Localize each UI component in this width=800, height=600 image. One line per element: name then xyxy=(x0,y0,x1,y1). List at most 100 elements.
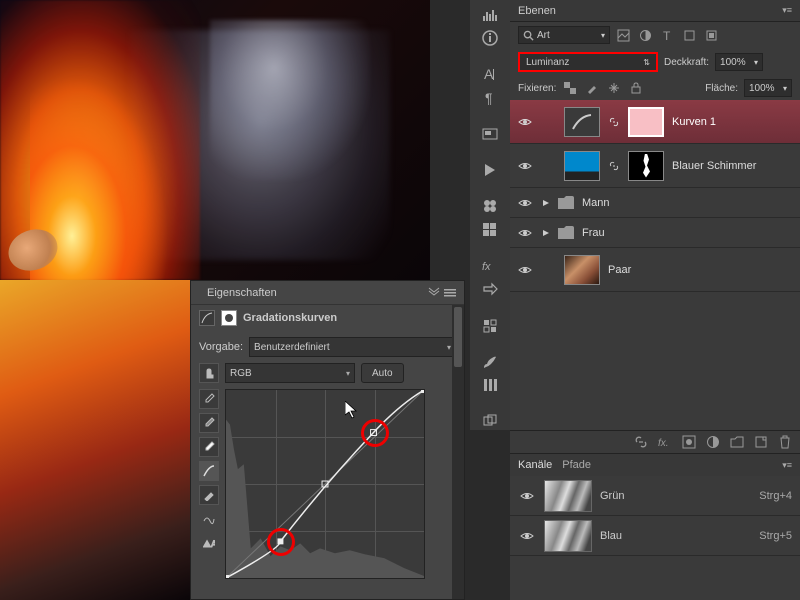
filter-type-text-icon[interactable]: T xyxy=(658,26,676,44)
layer-fx-icon[interactable]: fx. xyxy=(658,435,672,449)
expand-icon[interactable] xyxy=(542,229,550,237)
layer-mask-thumb[interactable] xyxy=(628,107,664,137)
layer-name[interactable]: Kurven 1 xyxy=(672,116,716,128)
channel-blue[interactable]: Blau Strg+5 xyxy=(510,516,800,556)
layer-group-frau[interactable]: Frau xyxy=(510,218,800,248)
dock-tool-strip: A ¶ fx xyxy=(470,0,510,430)
blend-opacity-row: Luminanz ⇅ Deckkraft: 100% ▾ xyxy=(510,48,800,76)
layer-curves[interactable]: Kurven 1 xyxy=(510,100,800,144)
channel-green[interactable]: Grün Strg+4 xyxy=(510,476,800,516)
visibility-toggle[interactable] xyxy=(516,113,534,131)
brush-panel-icon[interactable] xyxy=(477,353,503,371)
preset-label: Vorgabe: xyxy=(199,341,243,353)
preset-select[interactable]: Benutzerdefiniert ▾ xyxy=(249,337,456,357)
layer-name[interactable]: Mann xyxy=(582,197,610,209)
layer-thumb-adjustment[interactable] xyxy=(564,107,600,137)
layer-mask-thumb[interactable] xyxy=(628,151,664,181)
brushes-list-icon[interactable] xyxy=(477,376,503,394)
channel-select[interactable]: RGB ▾ xyxy=(225,363,355,383)
svg-text:⟁A: ⟁A xyxy=(203,539,215,549)
adjustments-panel-icon[interactable] xyxy=(477,317,503,335)
lock-transparency-icon[interactable] xyxy=(562,80,578,96)
finger-tool-icon[interactable] xyxy=(199,363,219,383)
play-panel-icon[interactable] xyxy=(477,161,503,179)
delete-layer-icon[interactable] xyxy=(778,435,792,449)
channel-thumb[interactable] xyxy=(544,520,592,552)
properties-scrollbar[interactable] xyxy=(452,305,464,599)
blend-mode-select[interactable]: Luminanz ⇅ xyxy=(518,52,658,72)
curve-point-tool-icon[interactable] xyxy=(199,461,219,481)
visibility-toggle[interactable] xyxy=(516,194,534,212)
filter-pixel-icon[interactable] xyxy=(614,26,632,44)
character-panel-icon[interactable]: A xyxy=(477,66,503,84)
eyedropper-gray-icon[interactable] xyxy=(199,413,219,433)
channels-tab[interactable]: Kanäle xyxy=(518,459,552,471)
scrollbar-thumb[interactable] xyxy=(454,307,462,367)
swatches-panel-icon[interactable] xyxy=(477,197,503,215)
document-canvas[interactable] xyxy=(0,0,430,280)
lock-position-icon[interactable] xyxy=(606,80,622,96)
styles-panel-icon[interactable]: fx xyxy=(477,257,503,275)
eyedropper-black-icon[interactable] xyxy=(199,389,219,409)
navigator-panel-icon[interactable] xyxy=(477,125,503,143)
layer-paar[interactable]: Paar xyxy=(510,248,800,292)
curve-pencil-tool-icon[interactable] xyxy=(199,485,219,505)
layer-thumb[interactable] xyxy=(564,151,600,181)
opacity-value: 100% xyxy=(720,57,746,68)
panel-menu-icon[interactable]: ▾≡ xyxy=(782,460,792,471)
adjustment-type-icon[interactable] xyxy=(199,310,215,326)
new-adjustment-icon[interactable] xyxy=(706,435,720,449)
link-layers-icon[interactable] xyxy=(634,435,648,449)
visibility-toggle[interactable] xyxy=(516,224,534,242)
panel-menu-icon[interactable] xyxy=(444,287,456,299)
curves-graph[interactable] xyxy=(225,389,425,579)
visibility-toggle[interactable] xyxy=(518,487,536,505)
layer-name[interactable]: Blauer Schimmer xyxy=(672,160,756,172)
properties-tab[interactable]: Eigenschaften xyxy=(199,284,285,302)
curve-smooth-icon[interactable] xyxy=(199,509,219,529)
layer-name[interactable]: Frau xyxy=(582,227,605,239)
fill-select[interactable]: 100% ▾ xyxy=(744,79,792,97)
highlight-marker-shadow xyxy=(267,528,295,556)
layers-tab[interactable]: Ebenen xyxy=(518,5,556,17)
lock-image-icon[interactable] xyxy=(584,80,600,96)
layer-blauer-schimmer[interactable]: Blauer Schimmer xyxy=(510,144,800,188)
add-mask-icon[interactable] xyxy=(682,435,696,449)
opacity-select[interactable]: 100% ▾ xyxy=(715,53,763,71)
histogram-panel-icon[interactable] xyxy=(477,6,503,24)
svg-text:¶: ¶ xyxy=(485,90,493,106)
lock-all-icon[interactable] xyxy=(628,80,644,96)
visibility-toggle[interactable] xyxy=(516,261,534,279)
highlight-marker-highlight xyxy=(361,419,389,447)
filter-smart-icon[interactable] xyxy=(702,26,720,44)
expand-icon[interactable] xyxy=(542,199,550,207)
color-panel-icon[interactable] xyxy=(477,221,503,239)
link-icon[interactable] xyxy=(608,116,620,128)
panel-menu-icon[interactable]: ▾≡ xyxy=(782,5,792,16)
lock-fill-row: Fixieren: Fläche: 100% ▾ xyxy=(510,76,800,100)
info-panel-icon[interactable] xyxy=(477,30,503,48)
mask-toggle-icon[interactable] xyxy=(221,310,237,326)
new-layer-icon[interactable] xyxy=(754,435,768,449)
layer-name[interactable]: Paar xyxy=(608,264,631,276)
new-group-icon[interactable] xyxy=(730,435,744,449)
curve-clip-icon[interactable]: ⟁A xyxy=(199,533,219,553)
layer-group-mann[interactable]: Mann xyxy=(510,188,800,218)
paths-tab[interactable]: Pfade xyxy=(562,459,591,471)
visibility-toggle[interactable] xyxy=(516,157,534,175)
collapse-icon[interactable] xyxy=(428,287,440,299)
eyedropper-white-icon[interactable] xyxy=(199,437,219,457)
filter-shape-icon[interactable] xyxy=(680,26,698,44)
channel-thumb[interactable] xyxy=(544,480,592,512)
filter-type-select[interactable]: Art ▾ xyxy=(518,26,610,44)
document-canvas-lower[interactable] xyxy=(0,280,190,600)
auto-button[interactable]: Auto xyxy=(361,363,404,383)
visibility-toggle[interactable] xyxy=(518,527,536,545)
clone-panel-icon[interactable] xyxy=(477,412,503,430)
paragraph-panel-icon[interactable]: ¶ xyxy=(477,89,503,107)
actions-panel-icon[interactable] xyxy=(477,281,503,299)
layer-thumb[interactable] xyxy=(564,255,600,285)
layer-list: Kurven 1 Blauer Schimmer Mann Frau Paa xyxy=(510,100,800,292)
link-icon[interactable] xyxy=(608,160,620,172)
filter-adjustment-icon[interactable] xyxy=(636,26,654,44)
